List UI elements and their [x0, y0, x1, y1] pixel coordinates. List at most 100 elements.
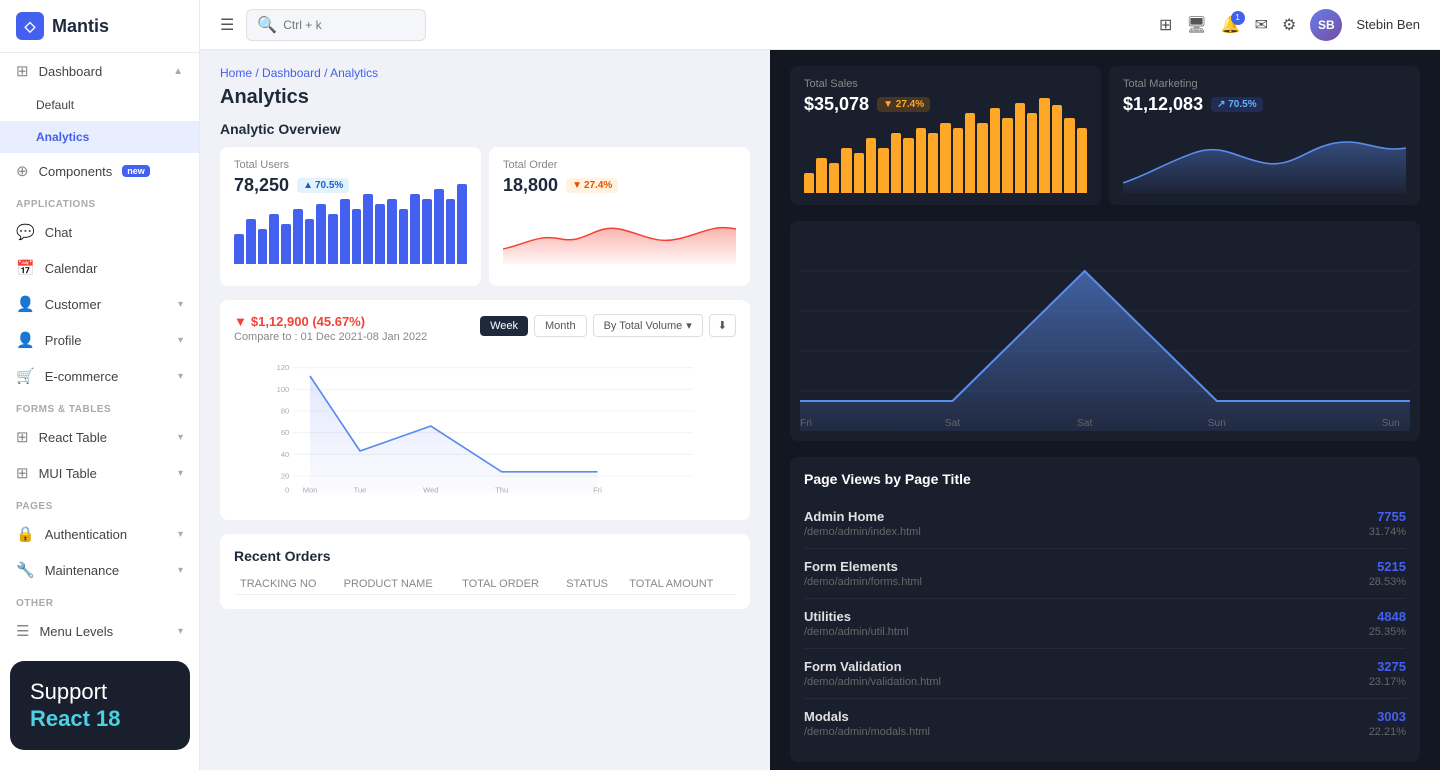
total-marketing-label: Total Marketing [1123, 78, 1406, 90]
col-status: STATUS [560, 574, 623, 595]
svg-text:80: 80 [281, 407, 289, 416]
chevron-down-icon-6: ▾ [178, 529, 183, 540]
total-users-badge: ▲ 70.5% [297, 178, 349, 193]
search-box[interactable]: 🔍 [246, 9, 426, 41]
svg-text:60: 60 [281, 428, 289, 437]
sidebar-default-label: Default [36, 98, 74, 112]
sidebar-item-calendar[interactable]: 📅 Calendar [0, 250, 199, 286]
user-name: Stebin Ben [1356, 17, 1420, 32]
dark-income-chart: Fri Sat Sat Sun Sun [790, 221, 1420, 441]
pv-url: /demo/admin/validation.html [804, 676, 941, 688]
breadcrumb-dashboard[interactable]: Dashboard [262, 66, 321, 80]
sidebar-item-profile[interactable]: 👤 Profile ▾ [0, 322, 199, 358]
brand-logo[interactable]: ◇ Mantis [0, 0, 199, 53]
week-button[interactable]: Week [480, 316, 528, 336]
sidebar-item-analytics[interactable]: Analytics [0, 121, 199, 153]
breadcrumb-home[interactable]: Home [220, 66, 252, 80]
settings-icon[interactable]: ⚙ [1282, 15, 1296, 35]
income-header: ▼ $1,12,900 (45.67%) Compare to : 01 Dec… [234, 314, 736, 343]
volume-button[interactable]: By Total Volume ▾ [593, 314, 703, 337]
menu-levels-icon: ☰ [16, 622, 29, 640]
svg-text:Fri: Fri [593, 486, 602, 495]
total-order-value: 18,800 ▼ 27.4% [503, 175, 736, 196]
logo-icon: ◇ [16, 12, 44, 40]
bar [328, 214, 338, 264]
support-toast[interactable]: Support React 18 [10, 661, 190, 750]
gold-bar [829, 163, 839, 193]
mui-table-icon: ⊞ [16, 464, 29, 482]
total-order-chart [503, 204, 736, 274]
total-order-label: Total Order [503, 159, 736, 171]
react-table-icon: ⊞ [16, 428, 29, 446]
chevron-down-icon-4: ▾ [178, 432, 183, 443]
page-view-item: Form Elements /demo/admin/forms.html 521… [804, 549, 1406, 599]
col-tracking: TRACKING NO [234, 574, 338, 595]
menu-toggle-icon[interactable]: ☰ [220, 15, 234, 35]
screen-icon[interactable]: 🖥 [1186, 15, 1206, 35]
bar [457, 184, 467, 264]
gold-bar [1027, 113, 1037, 193]
total-marketing-value: $1,12,083 ↗ 70.5% [1123, 94, 1406, 115]
pv-pct: 28.53% [1369, 576, 1406, 588]
svg-text:Sun: Sun [1382, 418, 1400, 429]
gold-bar [953, 128, 963, 193]
svg-text:Sat: Sat [1077, 418, 1092, 429]
pv-count: 7755 [1369, 509, 1406, 524]
sidebar: ◇ Mantis ⊞ Dashboard ▲ Default Analytics… [0, 0, 200, 770]
total-users-label: Total Users [234, 159, 467, 171]
sidebar-item-chat[interactable]: 💬 Chat [0, 214, 199, 250]
sidebar-maintenance-label: Maintenance [45, 563, 119, 578]
gold-bar [1064, 118, 1074, 193]
sidebar-profile-label: Profile [45, 333, 82, 348]
search-input[interactable] [283, 18, 403, 32]
orders-table: TRACKING NO PRODUCT NAME TOTAL ORDER STA… [234, 574, 736, 595]
profile-icon: 👤 [16, 331, 35, 349]
chevron-down-icon-7: ▾ [178, 565, 183, 576]
other-section-label: Other [0, 588, 199, 613]
forms-tables-section-label: Forms & Tables [0, 394, 199, 419]
bar [422, 199, 432, 264]
sidebar-item-react-table[interactable]: ⊞ React Table ▾ [0, 419, 199, 455]
download-button[interactable]: ⬇ [709, 314, 736, 337]
avatar[interactable]: SB [1310, 9, 1342, 41]
svg-text:Sat: Sat [945, 418, 960, 429]
bar [305, 219, 315, 264]
svg-text:100: 100 [277, 385, 290, 394]
applications-section-label: Applications [0, 189, 199, 214]
sidebar-item-components[interactable]: ⊕ Components new [0, 153, 199, 189]
sidebar-analytics-label: Analytics [36, 130, 89, 144]
sidebar-item-ecommerce[interactable]: 🛒 E-commerce ▾ [0, 358, 199, 394]
calendar-icon: 📅 [16, 259, 35, 277]
page-view-item: Form Validation /demo/admin/validation.h… [804, 649, 1406, 699]
pv-url: /demo/admin/modals.html [804, 726, 930, 738]
content-body: Home / Dashboard / Analytics Analytics A… [200, 50, 1440, 770]
gold-bar [841, 148, 851, 193]
sidebar-item-menu-levels[interactable]: ☰ Menu Levels ▾ [0, 613, 199, 649]
total-users-value: 78,250 ▲ 70.5% [234, 175, 467, 196]
sidebar-item-customer[interactable]: 👤 Customer ▾ [0, 286, 199, 322]
svg-text:40: 40 [281, 450, 289, 459]
month-button[interactable]: Month [534, 315, 587, 337]
chat-icon: 💬 [16, 223, 35, 241]
sidebar-item-maintenance[interactable]: 🔧 Maintenance ▾ [0, 552, 199, 588]
total-sales-card: Total Sales $35,078 ▼ 27.4% [790, 66, 1101, 205]
sidebar-item-dashboard[interactable]: ⊞ Dashboard ▲ [0, 53, 199, 89]
bar [316, 204, 326, 264]
notification-badge: 1 [1231, 11, 1245, 25]
sidebar-item-default[interactable]: Default [0, 89, 199, 121]
gold-bar [816, 158, 826, 193]
gold-bar [916, 128, 926, 193]
bar [434, 189, 444, 264]
chevron-down-icon-vol: ▾ [686, 319, 692, 332]
grid-icon[interactable]: ⊞ [1159, 15, 1172, 35]
svg-text:Sun: Sun [1208, 418, 1226, 429]
gold-bar [1039, 98, 1049, 193]
sidebar-item-authentication[interactable]: 🔒 Authentication ▾ [0, 516, 199, 552]
pv-count: 4848 [1369, 609, 1406, 624]
sidebar-mui-table-label: MUI Table [39, 466, 97, 481]
recent-orders-section: Recent Orders TRACKING NO PRODUCT NAME T… [220, 534, 750, 609]
sidebar-auth-label: Authentication [45, 527, 127, 542]
total-marketing-chart [1123, 123, 1406, 193]
mail-icon[interactable]: ✉ [1255, 15, 1268, 35]
sidebar-item-mui-table[interactable]: ⊞ MUI Table ▾ [0, 455, 199, 491]
